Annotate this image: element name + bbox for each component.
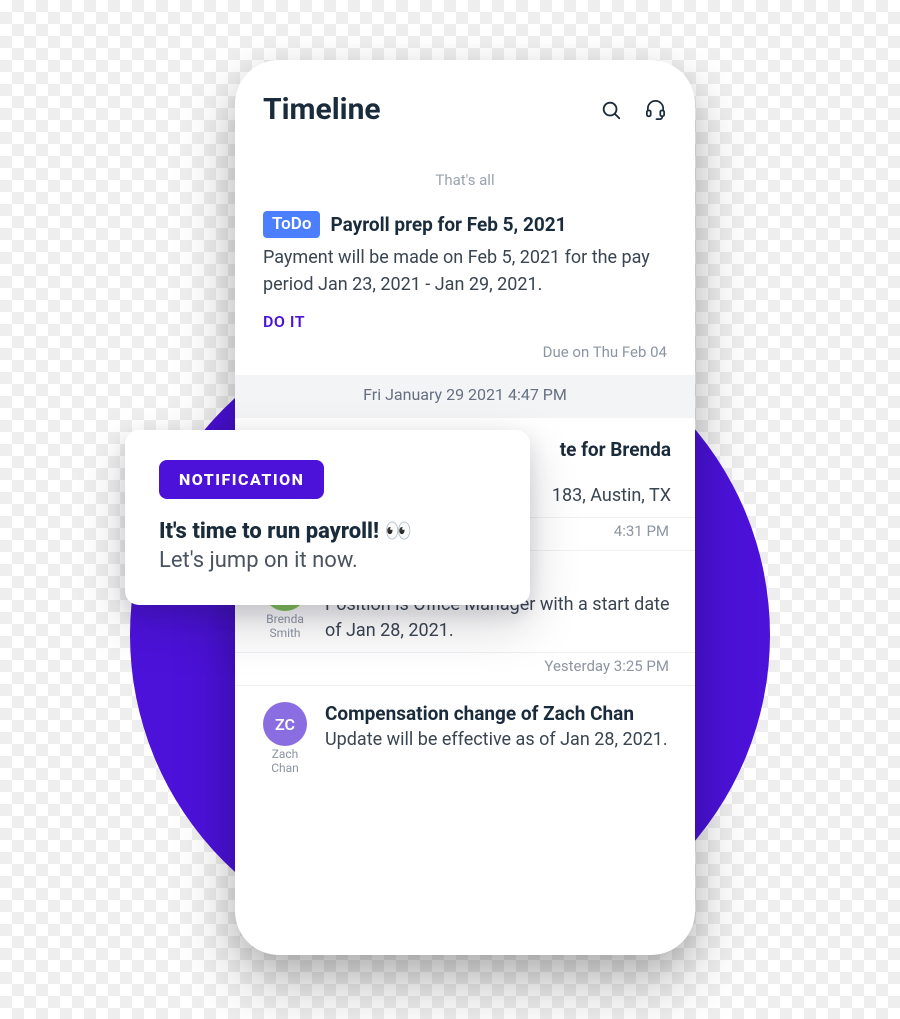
feed-item-title: Compensation change of Zach Chan: [325, 702, 671, 725]
date-divider: Fri January 29 2021 4:47 PM: [235, 375, 695, 418]
support-headset-icon[interactable]: [644, 98, 667, 121]
avatar-column: ZC ZachChan: [259, 702, 311, 776]
todo-card[interactable]: ToDo Payroll prep for Feb 5, 2021 Paymen…: [235, 209, 695, 371]
notification-badge: NOTIFICATION: [159, 460, 324, 499]
avatar: ZC: [263, 702, 307, 746]
page-title: Timeline: [263, 92, 381, 127]
todo-badge: ToDo: [263, 211, 320, 238]
thats-all-label: That's all: [235, 147, 695, 209]
todo-due-label: Due on Thu Feb 04: [263, 343, 667, 361]
notification-body: Let's jump on it now.: [159, 548, 496, 573]
search-icon[interactable]: [600, 99, 622, 121]
app-header: Timeline: [235, 88, 695, 147]
notification-title: It's time to run payroll! 👀: [159, 519, 496, 544]
avatar-name: ZachChan: [259, 748, 311, 776]
feed-item-timestamp: Yesterday 3:25 PM: [235, 653, 695, 686]
feed-body: Compensation change of Zach Chan Update …: [325, 702, 671, 776]
todo-header: ToDo Payroll prep for Feb 5, 2021: [263, 211, 667, 238]
do-it-button[interactable]: DO IT: [263, 312, 667, 331]
todo-title: Payroll prep for Feb 5, 2021: [330, 213, 566, 236]
feed-item[interactable]: ZC ZachChan Compensation change of Zach …: [235, 686, 695, 784]
avatar-name: Brenda Smith: [259, 613, 311, 641]
feed-item-text: Update will be effective as of Jan 28, 2…: [325, 727, 671, 753]
todo-description: Payment will be made on Feb 5, 2021 for …: [263, 244, 667, 298]
header-actions: [600, 98, 667, 121]
notification-popup[interactable]: NOTIFICATION It's time to run payroll! 👀…: [125, 430, 530, 605]
